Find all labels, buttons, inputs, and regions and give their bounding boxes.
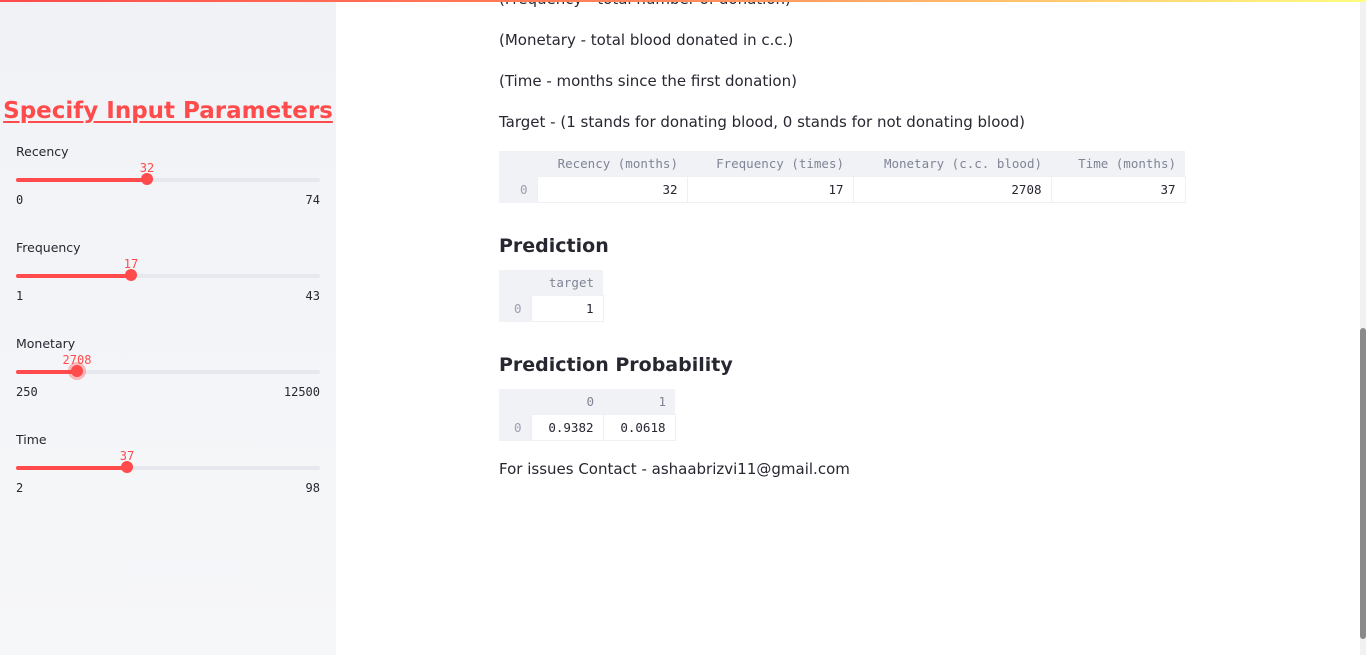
table-cell[interactable]: 0.0618 — [602, 414, 676, 441]
slider-min: 1 — [16, 289, 24, 303]
index-header — [499, 270, 531, 296]
contact-line: For issues Contact - ashaabrizvi11@gmail… — [499, 460, 850, 478]
slider-label: Frequency — [16, 240, 81, 255]
slider-min: 0 — [16, 193, 24, 207]
slider-min: 250 — [16, 385, 38, 399]
column-header[interactable]: Time (months) — [1051, 151, 1185, 177]
probability-dataframe[interactable]: 0 1 0 0.9382 0.0618 — [499, 389, 676, 441]
table-cell[interactable]: 17 — [686, 176, 854, 203]
slider-max: 98 — [305, 481, 320, 495]
row-index: 0 — [499, 414, 531, 441]
table-row: 0 1 — [499, 295, 604, 322]
slider-thumb[interactable] — [121, 461, 133, 473]
slider-max: 74 — [305, 193, 320, 207]
sidebar-title: Specify Input Parameters — [3, 98, 333, 124]
slider-min: 2 — [16, 481, 24, 495]
slider-track[interactable] — [16, 274, 320, 278]
table-header-row: 0 1 — [499, 389, 675, 415]
index-header — [499, 389, 531, 415]
table-cell[interactable]: 2708 — [852, 176, 1052, 203]
column-header[interactable]: target — [531, 270, 603, 296]
time-slider[interactable]: Time 37 2 98 — [16, 432, 320, 512]
column-header[interactable]: Monetary (c.c. blood) — [853, 151, 1051, 177]
table-header-row: Recency (months) Frequency (times) Monet… — [499, 151, 1185, 177]
slider-label: Recency — [16, 144, 69, 159]
row-index: 0 — [499, 295, 531, 322]
table-cell[interactable]: 0.9382 — [530, 414, 604, 441]
monetary-description: (Monetary - total blood donated in c.c.) — [499, 31, 794, 49]
column-header[interactable]: 1 — [603, 389, 675, 415]
time-description: (Time - months since the first donation) — [499, 72, 797, 90]
slider-track[interactable] — [16, 178, 320, 182]
target-description: Target - (1 stands for donating blood, 0… — [499, 113, 1025, 131]
table-cell[interactable]: 37 — [1050, 176, 1186, 203]
recency-slider[interactable]: Recency 32 0 74 — [16, 144, 320, 224]
slider-max: 43 — [305, 289, 320, 303]
scrollbar-thumb[interactable] — [1360, 328, 1366, 639]
column-header[interactable]: Frequency (times) — [687, 151, 853, 177]
slider-fill — [16, 274, 131, 278]
frequency-slider[interactable]: Frequency 17 1 43 — [16, 240, 320, 320]
row-index: 0 — [499, 176, 537, 203]
table-header-row: target — [499, 270, 603, 296]
slider-track[interactable] — [16, 466, 320, 470]
prediction-dataframe[interactable]: target 0 1 — [499, 270, 604, 322]
prediction-heading: Prediction — [499, 235, 609, 257]
slider-fill — [16, 466, 127, 470]
column-header[interactable]: 0 — [531, 389, 603, 415]
table-row: 0 32 17 2708 37 — [499, 176, 1186, 203]
slider-fill — [16, 370, 77, 374]
slider-fill — [16, 178, 147, 182]
slider-label: Time — [16, 432, 47, 447]
input-dataframe[interactable]: Recency (months) Frequency (times) Monet… — [499, 151, 1186, 203]
slider-thumb[interactable] — [141, 173, 153, 185]
slider-thumb[interactable] — [125, 269, 137, 281]
table-cell[interactable]: 1 — [530, 295, 604, 322]
sidebar: Specify Input Parameters Recency 32 0 74… — [0, 0, 336, 655]
slider-label: Monetary — [16, 336, 76, 351]
table-row: 0 0.9382 0.0618 — [499, 414, 676, 441]
index-header — [499, 151, 537, 177]
top-decoration-bar — [0, 0, 1366, 2]
column-header[interactable]: Recency (months) — [537, 151, 687, 177]
slider-max: 12500 — [283, 385, 320, 399]
table-cell[interactable]: 32 — [536, 176, 688, 203]
slider-thumb[interactable] — [71, 365, 83, 377]
probability-heading: Prediction Probability — [499, 354, 733, 376]
slider-track[interactable] — [16, 370, 320, 374]
monetary-slider[interactable]: Monetary 2708 250 12500 — [16, 336, 320, 416]
